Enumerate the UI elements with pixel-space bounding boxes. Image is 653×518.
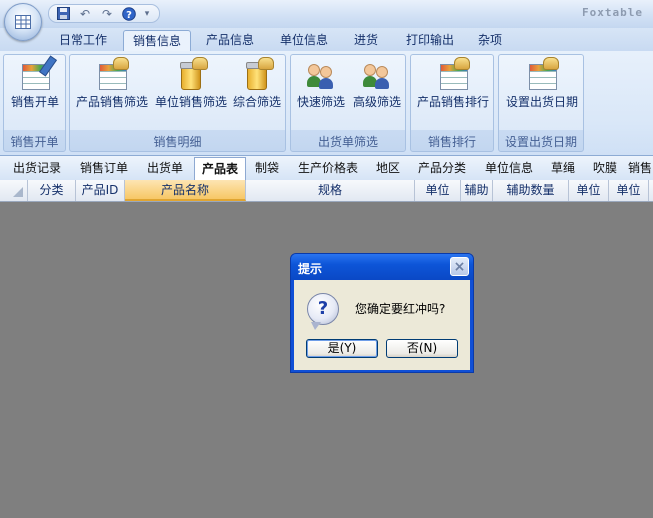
set-ship-date-button[interactable]: 设置出货日期 [502,57,582,113]
users-icon [306,60,336,90]
group-label: 销售开单 [10,135,59,149]
tab-production-price[interactable]: 生产价格表 [289,156,367,180]
group-label: 销售排行 [427,135,476,149]
dialog-title: 提示 [298,262,323,276]
table-filter-icon [97,57,129,90]
redo-icon[interactable]: ↷ [97,6,117,22]
column-header-product-id[interactable]: 产品ID [76,180,125,201]
product-sales-ranking-button[interactable]: 产品销售排行 [414,57,492,113]
users-icon [362,60,392,90]
tab-shipment-sheet[interactable]: 出货单 [139,156,191,180]
quick-filter-button[interactable]: 快速筛选 [294,57,348,113]
advanced-filter-button[interactable]: 高级筛选 [350,57,404,113]
tab-region[interactable]: 地区 [369,156,407,180]
grid-header: 分类 产品ID 产品名称 规格 单位 辅助 辅助数量 单位 单位 [0,180,653,202]
ribbon-tab-bar: 日常工作 销售信息 产品信息 单位信息 进货 打印输出 杂项 [0,28,653,51]
undo-icon[interactable]: ↶ [75,6,95,22]
ribbon-panel: 销售开单 销售开单 产品销售筛选 单位销售筛选 综合筛选 销售明细 快速筛选 高… [0,51,653,156]
app-title: Foxtable [582,6,643,19]
select-all-corner[interactable] [0,180,28,201]
tab-sales[interactable]: 销售 [628,156,653,180]
svg-text:?: ? [126,10,132,21]
tab-product-info[interactable]: 产品信息 [197,30,263,51]
tab-print-output[interactable]: 打印输出 [397,30,463,51]
column-header-spec[interactable]: 规格 [246,180,415,201]
table-tab-bar: 出货记录 销售订单 出货单 产品表 制袋 生产价格表 地区 产品分类 单位信息 … [0,156,653,181]
unit-sales-filter-button[interactable]: 单位销售筛选 [152,57,230,113]
jar-filter-icon [176,57,208,90]
title-bar: ↶ ↷ ? ▾ Foxtable [0,0,653,28]
column-header-aux-quantity[interactable]: 辅助数量 [493,180,569,201]
group-label: 销售明细 [153,135,202,149]
column-header-unit-2[interactable]: 单位 [569,180,609,201]
table-edit-icon [20,55,58,90]
close-icon[interactable]: × [450,257,469,276]
group-shipment-filter: 快速筛选 高级筛选 出货单筛选 [290,54,406,152]
tab-sales-info[interactable]: 销售信息 [123,30,191,51]
tab-unit-info[interactable]: 单位信息 [271,30,337,51]
save-icon[interactable] [53,6,73,22]
group-sales-billing: 销售开单 销售开单 [3,54,66,152]
app-menu-button[interactable] [4,3,42,41]
tab-straw-rope[interactable]: 草绳 [544,156,582,180]
help-icon[interactable]: ? [119,6,139,22]
table-filter-icon [438,57,470,90]
yes-button[interactable]: 是(Y) [306,339,378,358]
app-menu-icon [15,15,31,29]
group-label: 出货单筛选 [317,135,378,149]
no-button[interactable]: 否(N) [386,339,458,358]
quick-access-toolbar: ↶ ↷ ? ▾ [48,4,160,23]
dialog-message: 您确定要红冲吗? [355,302,446,316]
tab-sales-orders[interactable]: 销售订单 [72,156,136,180]
tab-product-category[interactable]: 产品分类 [410,156,474,180]
tab-bag-making[interactable]: 制袋 [248,156,286,180]
confirm-dialog: 提示 × ? 您确定要红冲吗? 是(Y) 否(N) [290,253,474,373]
tab-misc[interactable]: 杂项 [470,30,510,51]
jar-filter-icon [242,57,274,90]
column-header-product-name[interactable]: 产品名称 [125,180,246,201]
tab-product-table[interactable]: 产品表 [194,157,246,181]
group-sales-ranking: 产品销售排行 销售排行 [410,54,494,152]
column-header-auxiliary[interactable]: 辅助 [461,180,493,201]
combined-filter-button[interactable]: 综合筛选 [231,57,283,113]
group-set-ship-date: 设置出货日期 设置出货日期 [498,54,584,152]
column-header-unit[interactable]: 单位 [415,180,461,201]
group-sales-detail: 产品销售筛选 单位销售筛选 综合筛选 销售明细 [69,54,286,152]
tab-unit-info[interactable]: 单位信息 [477,156,541,180]
dialog-title-bar[interactable]: 提示 × [291,254,473,280]
product-sales-filter-button[interactable]: 产品销售筛选 [73,57,151,113]
group-label: 设置出货日期 [504,135,577,149]
customize-icon[interactable]: ▾ [141,6,153,22]
tab-shipment-records[interactable]: 出货记录 [4,156,70,180]
dialog-body: ? 您确定要红冲吗? 是(Y) 否(N) [294,280,470,370]
table-filter-icon [527,57,559,90]
tab-daily-work[interactable]: 日常工作 [50,30,116,51]
tab-film-blowing[interactable]: 吹膜 [585,156,625,180]
tab-purchase[interactable]: 进货 [345,30,387,51]
question-icon: ? [307,293,339,330]
sales-billing-button[interactable]: 销售开单 [6,55,64,113]
column-header-unit-3[interactable]: 单位 [609,180,649,201]
column-header-category[interactable]: 分类 [28,180,76,201]
